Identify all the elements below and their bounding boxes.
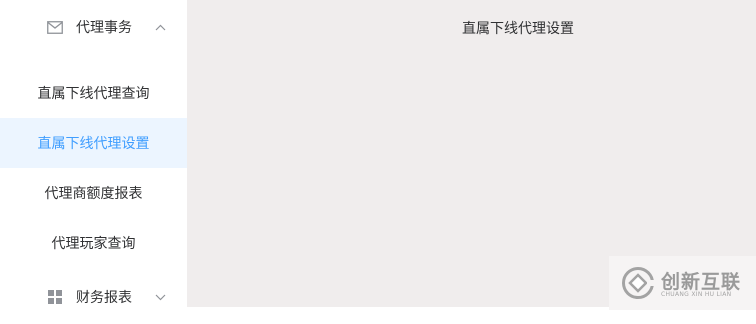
grid-icon — [46, 288, 64, 306]
menu-item-downline-agent-query[interactable]: 直属下线代理查询 — [0, 68, 187, 118]
menu-item-agent-quota-report[interactable]: 代理商额度报表 — [0, 168, 187, 218]
watermark-title: 创新互联 — [661, 271, 742, 293]
watermark: 创新互联 CHUANG XIN HU LIAN — [609, 256, 756, 310]
menu-group-financial-reports[interactable]: 财务报表 — [0, 270, 187, 324]
page-title: 直属下线代理设置 — [462, 21, 574, 37]
watermark-subtitle: CHUANG XIN HU LIAN — [661, 291, 732, 298]
brand-logo-icon — [622, 267, 655, 299]
menu-group-label: 财务报表 — [76, 290, 132, 306]
envelope-icon — [46, 18, 64, 36]
menu-group-label: 代理事务 — [76, 20, 132, 36]
menu-group-agency-affairs[interactable]: 代理事务 — [0, 0, 187, 54]
menu-item-downline-agent-settings[interactable]: 直属下线代理设置 — [0, 118, 187, 168]
sidebar-menu: 代理事务 直属下线代理查询 直属下线代理设置 代理商额度报表 代理玩家查询 财务… — [0, 0, 187, 310]
chevron-up-icon — [153, 20, 167, 34]
chevron-down-icon — [153, 290, 167, 304]
menu-item-agent-player-query[interactable]: 代理玩家查询 — [0, 218, 187, 268]
